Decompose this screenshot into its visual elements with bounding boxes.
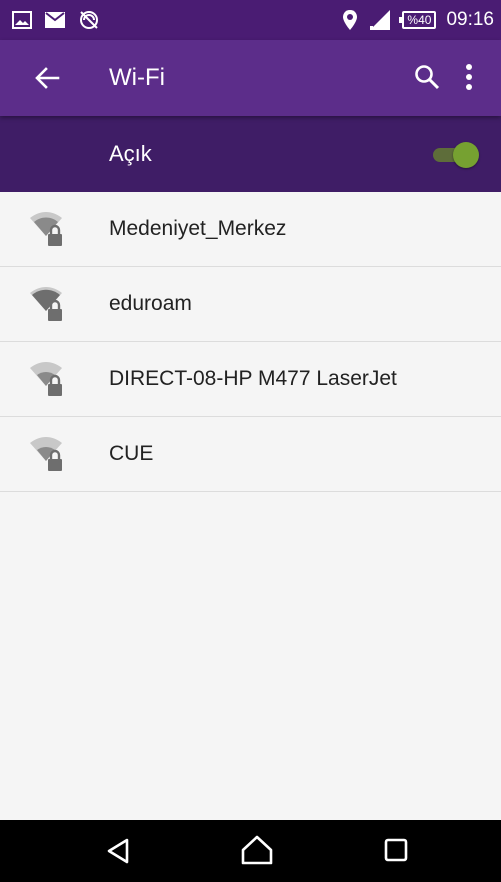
signal-icon <box>368 9 392 31</box>
status-bar-notifications <box>12 9 112 31</box>
network-item-medeniyet-merkez[interactable]: Medeniyet_Merkez <box>0 192 501 267</box>
image-icon <box>12 11 32 29</box>
navigation-bar <box>0 820 501 882</box>
wifi-locked-icon <box>28 435 68 475</box>
network-ssid: CUE <box>109 442 154 465</box>
network-ssid: Medeniyet_Merkez <box>109 217 287 240</box>
network-ssid: DIRECT-08-HP M477 LaserJet <box>109 367 397 390</box>
nav-recents-icon[interactable] <box>384 838 408 862</box>
wifi-toggle-bar[interactable]: Açık <box>0 116 501 192</box>
network-item-cue[interactable]: CUE <box>0 417 501 492</box>
sync-disabled-icon <box>78 9 100 31</box>
network-item-direct-hp[interactable]: DIRECT-08-HP M477 LaserJet <box>0 342 501 417</box>
switch-thumb <box>453 142 479 168</box>
wifi-locked-icon <box>28 210 68 250</box>
status-time: 09:16 <box>446 9 494 30</box>
arrow-back-icon[interactable] <box>33 64 61 92</box>
wifi-locked-icon <box>28 360 68 400</box>
network-item-eduroam[interactable]: eduroam <box>0 267 501 342</box>
wifi-toggle-label: Açık <box>109 141 152 166</box>
wifi-switch[interactable] <box>429 142 481 168</box>
network-list: Medeniyet_Merkez eduroam DIRECT-08-HP M4… <box>0 192 501 492</box>
search-icon[interactable] <box>414 64 440 90</box>
location-icon <box>342 9 358 31</box>
battery-indicator: %40 <box>399 11 437 29</box>
more-vert-icon[interactable] <box>465 62 473 92</box>
nav-back-icon[interactable] <box>104 836 134 866</box>
nav-home-icon[interactable] <box>240 834 274 866</box>
mail-icon <box>44 11 66 29</box>
wifi-locked-icon <box>28 285 68 325</box>
network-ssid: eduroam <box>109 292 192 315</box>
status-bar: %40 09:16 <box>0 0 501 40</box>
page-title: Wi-Fi <box>109 64 165 91</box>
app-bar: Wi-Fi <box>0 40 501 116</box>
status-bar-system: %40 09:16 <box>332 9 494 31</box>
